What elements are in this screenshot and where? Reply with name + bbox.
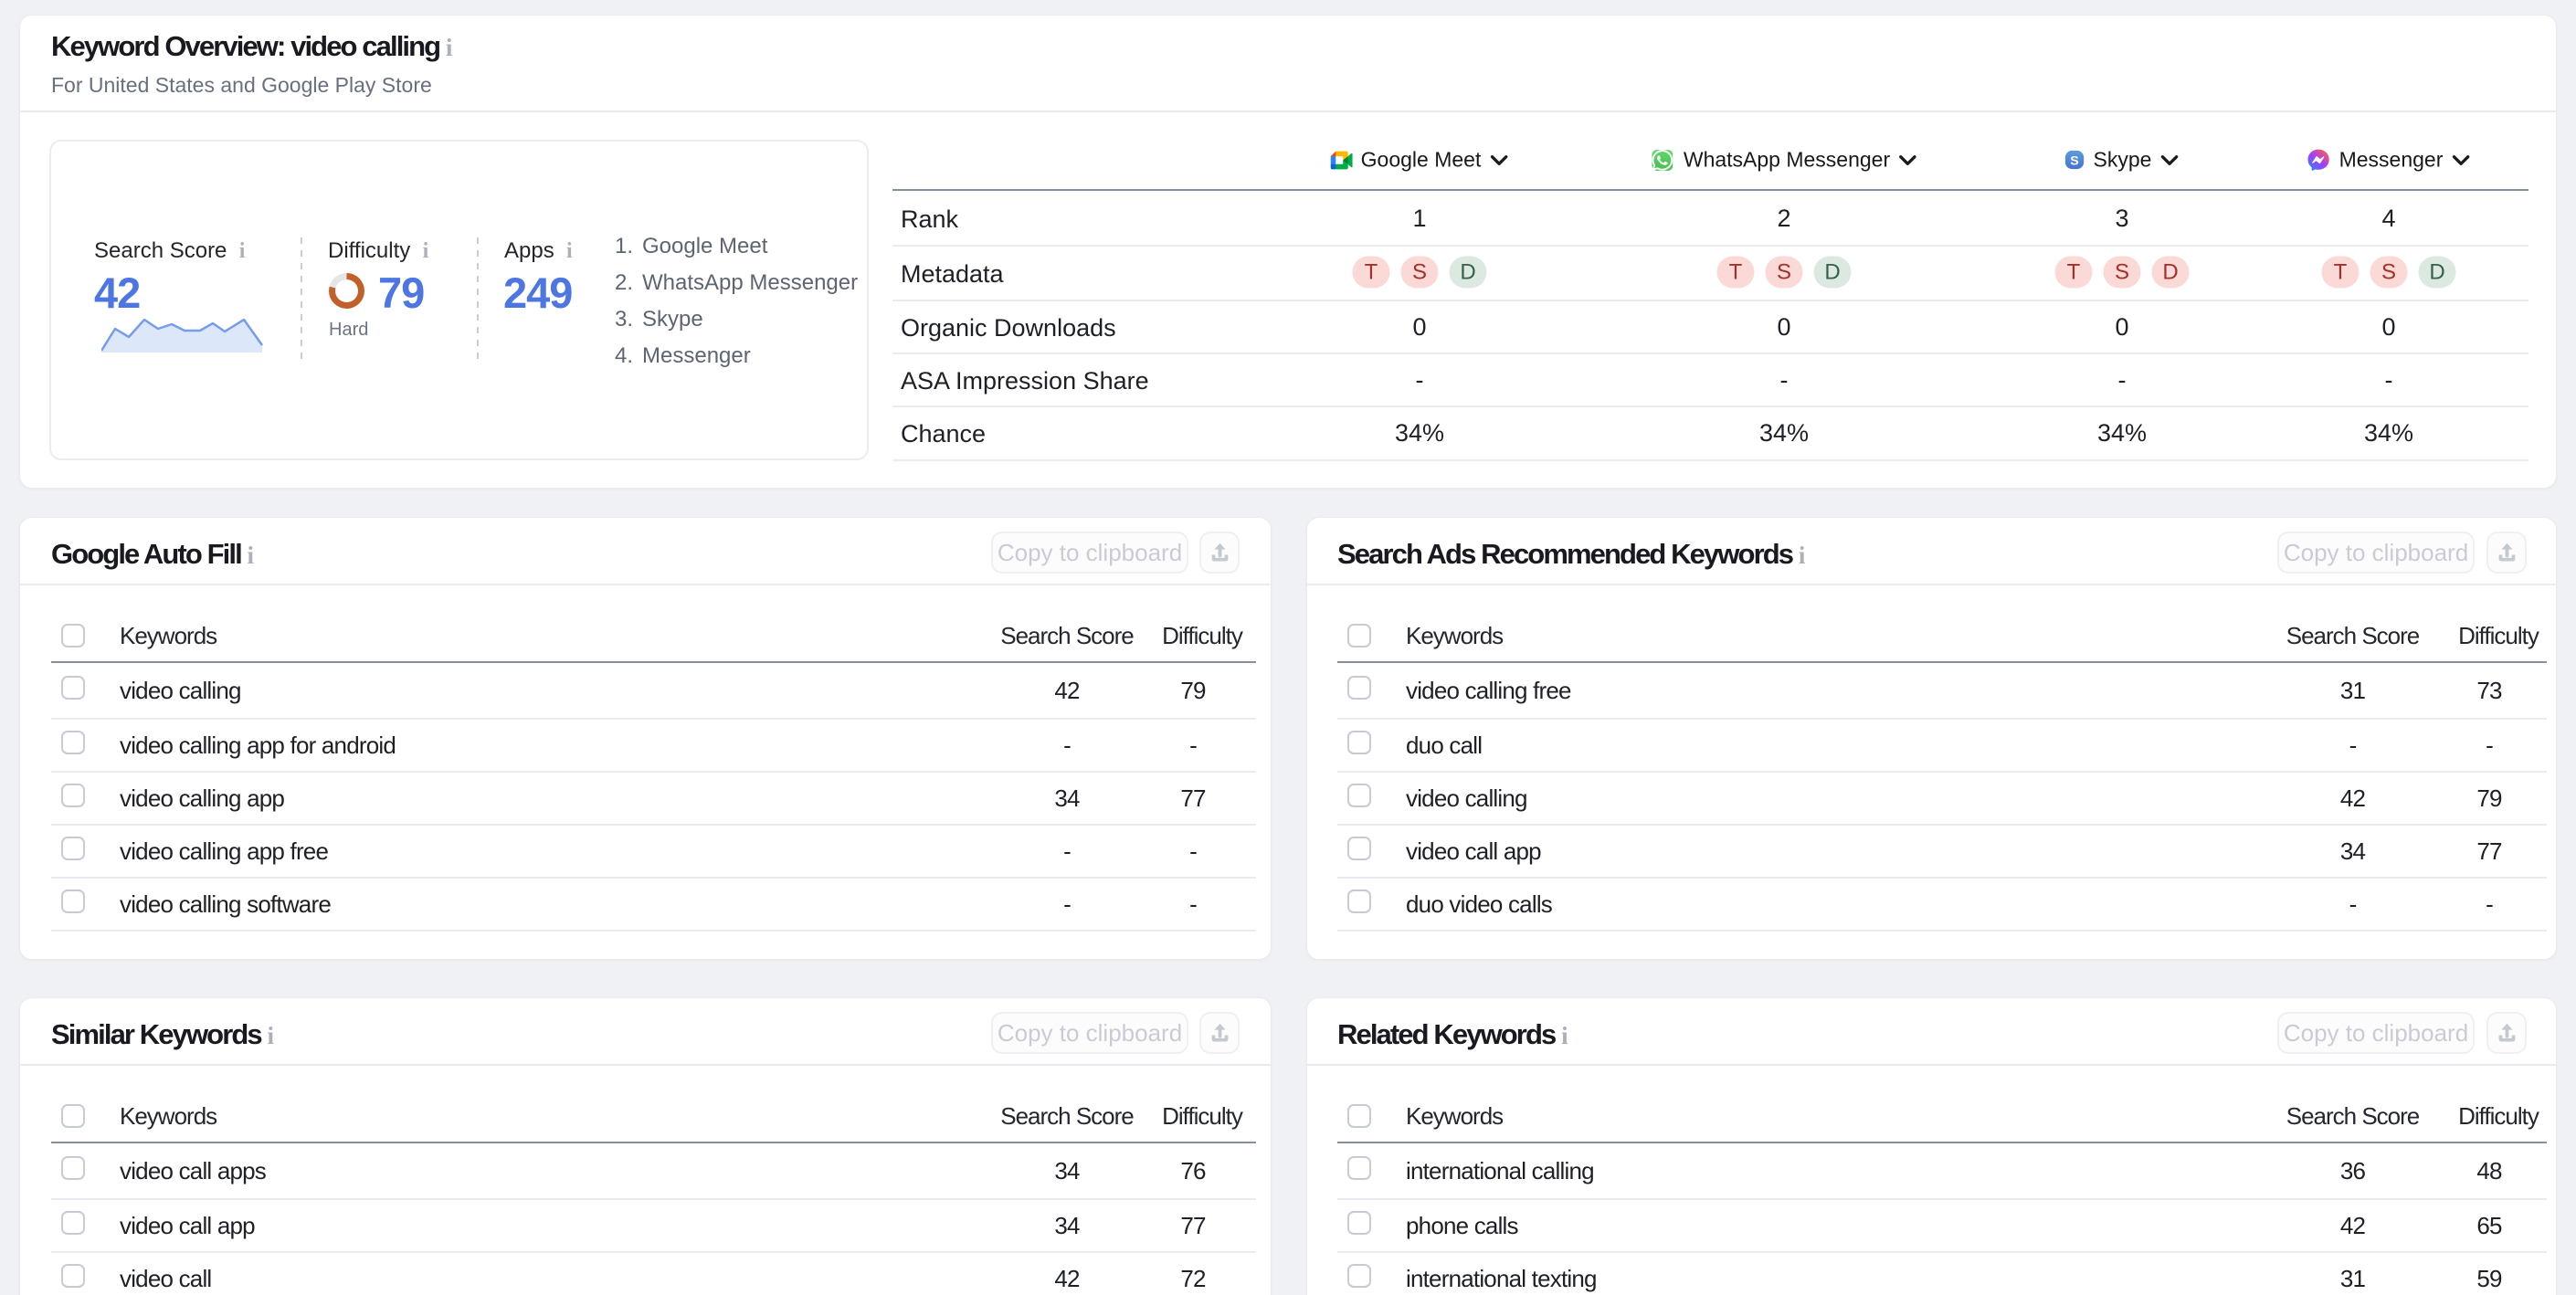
svg-text:S: S bbox=[2070, 153, 2079, 168]
